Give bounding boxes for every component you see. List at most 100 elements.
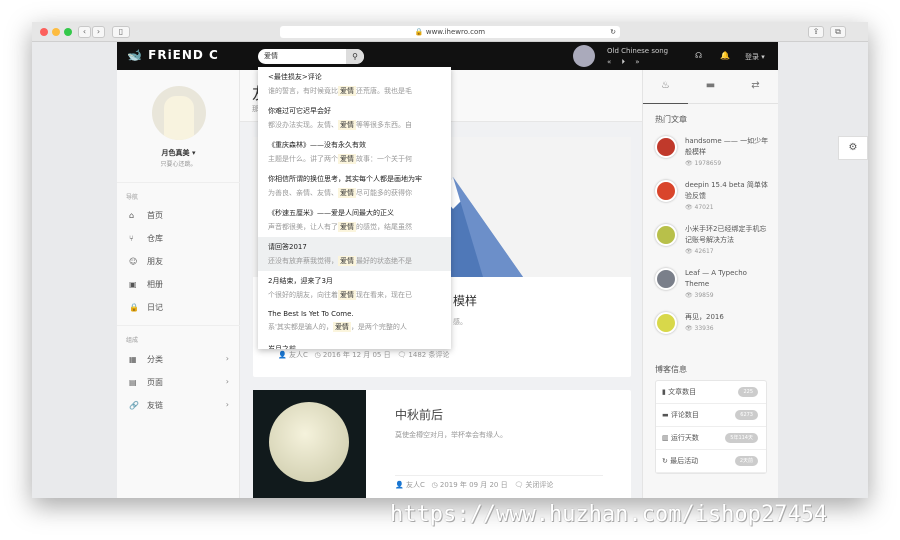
maximize-window-button[interactable] <box>64 28 72 36</box>
search-result-item[interactable]: 你难过可它迟早会好 都没办法实现。友情、 爱情 等等很多东西。自 <box>258 101 451 135</box>
snippet-text: 都没办法实现。友情、 <box>268 121 338 129</box>
search-result-item[interactable]: 你相信所谓的换位思考，其实每个人都是画地为牢 为善良、亲情、友情、 爱情 尽可能多的获… <box>258 169 451 203</box>
search-result-title: 你难过可它迟早会好 <box>268 107 331 115</box>
post-cover-moon <box>253 390 366 498</box>
hot-post-title[interactable]: 小米手环2已经绑定手机忘记账号解决方法 <box>685 224 771 246</box>
nav-item-album[interactable]: ▣ 相册 <box>129 279 229 290</box>
search-input[interactable]: 爱情 ⚲ <box>258 49 364 64</box>
search-result-title: 《秒速五厘米》——爱是人间最大的正义 <box>268 209 394 217</box>
post-card[interactable]: 中秋前后 莫使金樽空对月，举杯幸会有缘人。 👤 友人C ◷ 2019 年 09 … <box>253 390 631 498</box>
snippet-text: 尽可能多的获得你 <box>356 189 412 197</box>
post-title[interactable]: 模样 <box>453 292 477 309</box>
post-views: 👁 47021 <box>685 204 714 211</box>
url-text: www.ihewro.com <box>425 28 486 36</box>
search-result-title: The Best Is Yet To Come. <box>268 310 354 318</box>
whale-icon: 🐋 <box>127 48 149 62</box>
keyword-highlight: 爱情 <box>338 222 356 232</box>
fork-icon: ⑂ <box>129 234 134 243</box>
next-song-button[interactable]: » <box>635 58 639 66</box>
eye-icon: 👁 <box>685 292 695 299</box>
search-result-item[interactable]: <最佳损友>评论 谁的誓言，有时候竟比 爱情 还荒唐。我也是毛 <box>258 67 451 101</box>
search-result-item[interactable]: The Best Is Yet To Come. 系'其实都是骗人的， 爱情 ，是两个… <box>258 305 451 339</box>
forward-button[interactable]: › <box>92 26 105 38</box>
blog-info-row: ▮ 文章数目 225 <box>656 381 766 404</box>
keyword-highlight: 爱情 <box>338 154 356 164</box>
search-result-snippet: 声音都很美，让人有了 爱情 的感觉，结尾虽然 <box>268 222 441 232</box>
fire-icon[interactable]: ♨ <box>643 80 688 91</box>
snippet-text: 现在看来，现在已 <box>356 291 412 299</box>
blog-info-panel: ▮ 文章数目 225 ▬ 评论数目 6273 ▥ 运行天数 5年114天 ↻ 最后活动 2天前 <box>655 380 767 474</box>
nav-item-pages[interactable]: ▤ 页面 › <box>129 377 229 388</box>
reload-icon[interactable]: ↻ <box>610 26 616 38</box>
blog-info-row: ↻ 最后活动 2天前 <box>656 450 766 473</box>
bell-icon[interactable]: 🔔 <box>720 51 730 60</box>
post-author[interactable]: 友人C <box>406 481 425 489</box>
play-button[interactable]: ⏵ <box>622 58 626 66</box>
hot-post-title[interactable]: Leaf — A Typecho Theme <box>685 268 771 290</box>
share-icon[interactable]: ⇪ <box>808 26 824 38</box>
info-icon: ↻ <box>662 457 668 465</box>
snippet-text: 最好的状态绝不是 <box>356 257 412 265</box>
post-views: 👁 39859 <box>685 292 714 299</box>
post-title[interactable]: 中秋前后 <box>395 406 443 423</box>
search-result-item[interactable]: 《重庆森林》——没有永久有效 主题是什么。讲了两个 爱情 故事：一个关于何 <box>258 135 451 169</box>
post-date: 2016 年 12 月 05 日 <box>322 351 391 359</box>
nav-item-diary[interactable]: 🔒 日记 <box>129 302 229 313</box>
user-icon: 👤 <box>395 481 404 489</box>
tabs-icon[interactable]: ⧉ <box>830 26 846 38</box>
search-icon[interactable]: ⚲ <box>346 49 364 64</box>
info-badge: 6273 <box>735 410 758 420</box>
hot-post-title[interactable]: 再见，2016 <box>685 312 771 323</box>
comment-icon[interactable]: ▬ <box>688 80 733 91</box>
minimize-window-button[interactable] <box>52 28 60 36</box>
album-cover <box>573 45 595 67</box>
sidebar-tabs: ♨ ▬ ⇄ <box>643 70 778 104</box>
post-thumbnail <box>655 180 677 202</box>
sidebar-toggle-icon[interactable]: ▯ <box>112 26 130 38</box>
info-icon: ▬ <box>662 411 669 419</box>
post-excerpt: 莫使金樽空对月，举杯幸会有缘人。 <box>395 431 507 439</box>
eye-icon: 👁 <box>685 204 695 211</box>
nav-item-links[interactable]: 🔗 友链 › <box>129 400 229 411</box>
search-result-item[interactable]: 请回答2017 还没有放弃蔡我觉得， 爱情 最好的状态绝不是 <box>258 237 451 271</box>
login-menu[interactable]: 登录 ▾ <box>745 52 765 62</box>
site-logo[interactable]: 🐋 FRiEND C <box>127 48 219 62</box>
snippet-text: 谁的誓言，有时候竟比 <box>268 87 338 95</box>
back-button[interactable]: ‹ <box>78 26 91 38</box>
right-sidebar: ♨ ▬ ⇄ 热门文章 handsome —— 一如少年般模样 👁 1978659 d… <box>642 70 778 498</box>
random-icon[interactable]: ⇄ <box>733 80 778 91</box>
snippet-text: 的感觉，结尾虽然 <box>356 223 412 231</box>
nav-heading: 导航 <box>126 194 139 201</box>
nav-item-category[interactable]: ▦ 分类 › <box>129 354 229 365</box>
snippet-text: 等等很多东西。自 <box>356 121 412 129</box>
nav-label: 日记 <box>147 303 163 312</box>
avatar[interactable] <box>152 86 206 140</box>
profile-name[interactable]: 月色真美 ▾ <box>117 148 240 158</box>
chevron-right-icon: › <box>225 377 229 386</box>
nav-label: 友链 <box>147 401 163 410</box>
nav-item-home[interactable]: ⌂ 首页 <box>129 210 229 221</box>
search-result-item[interactable]: 岁月之前 <box>258 339 451 349</box>
close-window-button[interactable] <box>40 28 48 36</box>
gear-icon[interactable]: ⚙ <box>838 136 868 160</box>
hot-posts-heading: 热门文章 <box>655 115 687 124</box>
nav-item-friends[interactable]: ☺ 朋友 <box>129 256 229 267</box>
post-thumbnail <box>655 268 677 290</box>
prev-song-button[interactable]: « <box>607 58 611 66</box>
nav-item-repo[interactable]: ⑂ 仓库 <box>129 233 229 244</box>
nav-heading: 组成 <box>126 337 139 344</box>
post-author[interactable]: 友人C <box>289 351 308 359</box>
hot-post-title[interactable]: deepin 15.4 beta 简单体验反馈 <box>685 180 771 202</box>
snippet-text: 为善良、亲情、友情、 <box>268 189 338 197</box>
post-thumbnail <box>655 312 677 334</box>
search-result-item[interactable]: 2月结束，迎来了3月 个很好的朋友，向往着 爱情 现在看来，现在已 <box>258 271 451 305</box>
hot-post-title[interactable]: handsome —— 一如少年般模样 <box>685 136 771 158</box>
post-excerpt: 感。 <box>453 318 467 326</box>
search-result-item[interactable]: 《秒速五厘米》——爱是人间最大的正义声音都很美，让人有了 爱情 的感觉，结尾虽然 <box>258 203 451 237</box>
search-result-snippet: 系'其实都是骗人的， 爱情 ，是两个完整的人 <box>268 322 441 332</box>
smile-icon: ☺ <box>129 257 138 266</box>
headphones-icon[interactable]: ☊ <box>695 51 702 60</box>
post-comments[interactable]: 1482 条评论 <box>408 351 449 359</box>
keyword-highlight: 爱情 <box>338 120 356 130</box>
address-bar[interactable]: 🔒 www.ihewro.com ↻ <box>280 26 620 38</box>
